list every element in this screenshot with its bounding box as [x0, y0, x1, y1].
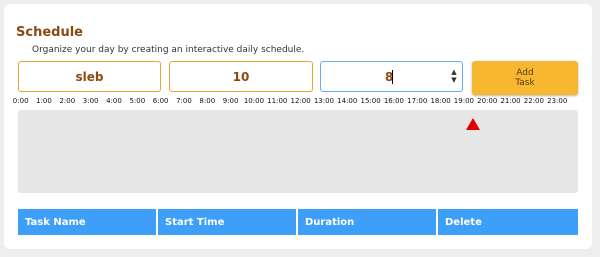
hour-label: 7:00 [176, 97, 192, 105]
hour-label: 1:00 [36, 97, 52, 105]
col-task-name: Task Name [18, 209, 158, 235]
hour-label: 19:00 [453, 97, 474, 105]
current-time-marker-icon [466, 118, 480, 130]
hour-label: 20:00 [477, 97, 498, 105]
add-task-button[interactable]: Add Task [472, 61, 578, 95]
hour-label: 8:00 [199, 97, 216, 105]
hour-label: 3:00 [82, 97, 99, 105]
col-duration: Duration [298, 209, 438, 235]
hour-label: 0:00 [12, 97, 29, 105]
col-start-time: Start Time [158, 209, 298, 235]
hour-label: 16:00 [383, 97, 404, 105]
hour-label: 6:00 [152, 97, 169, 105]
hour-label: 11:00 [267, 97, 288, 105]
start-time-input[interactable]: 10 [169, 61, 313, 92]
spinner-icon[interactable]: ▲ ▼ [450, 68, 458, 84]
text-caret [392, 70, 393, 84]
page-title: Schedule [16, 25, 83, 40]
hour-label: 17:00 [407, 97, 428, 105]
hour-labels: 0:00 1:00 2:00 3:00 4:00 5:00 6:00 7:00 8:00 9:00… [9, 97, 569, 105]
hour-label: 10:00 [243, 97, 265, 105]
duration-input[interactable]: 8 ▲ ▼ [320, 61, 463, 92]
schedule-table-header: Task Name Start Time Duration Delete [18, 209, 578, 235]
hour-label: 15:00 [360, 97, 381, 105]
page-subtitle: Organize your day by creating an interac… [32, 45, 305, 55]
task-name-value: sleb [75, 69, 104, 84]
task-name-input[interactable]: sleb [18, 61, 161, 92]
start-time-value: 10 [232, 69, 250, 84]
hour-label: 23:00 [547, 97, 568, 105]
hour-label: 9:00 [222, 97, 239, 105]
hour-label: 4:00 [106, 97, 122, 105]
hour-label: 21:00 [500, 97, 521, 105]
hour-label: 14:00 [337, 97, 358, 105]
hour-label: 5:00 [129, 97, 146, 105]
col-delete: Delete [438, 209, 578, 235]
timeline-area [18, 110, 578, 193]
hour-label: 18:00 [430, 97, 451, 105]
hour-label: 12:00 [290, 97, 311, 105]
hour-label: 13:00 [313, 97, 335, 105]
hour-label: 22:00 [523, 97, 544, 105]
hour-label: 2:00 [59, 97, 76, 105]
